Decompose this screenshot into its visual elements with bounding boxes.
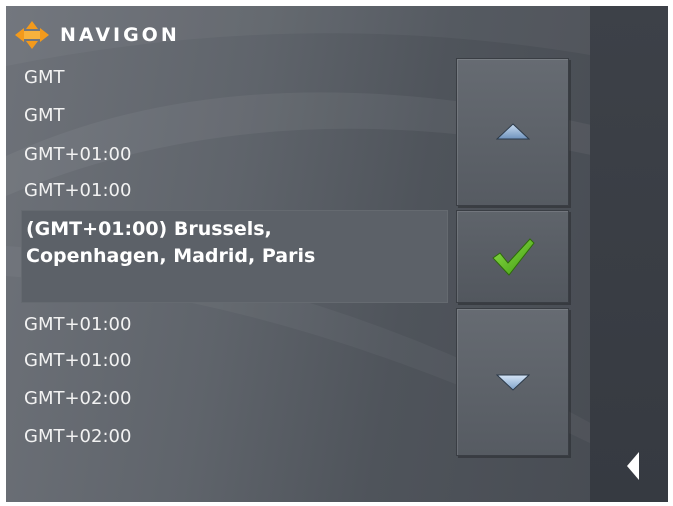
timezone-item[interactable]: GMT+01:00	[24, 138, 131, 172]
timezone-item[interactable]: GMT+02:00	[24, 420, 131, 454]
navigon-logo: NAVIGON	[14, 18, 180, 52]
selected-timezone-label: (GMT+01:00) Brussels, Copenhagen, Madrid…	[26, 216, 446, 270]
brand-name: NAVIGON	[60, 24, 180, 46]
timezone-item-selected[interactable]: (GMT+01:00) Brussels, Copenhagen, Madrid…	[21, 210, 448, 303]
timezone-item[interactable]: GMT+01:00	[24, 344, 131, 378]
timezone-item[interactable]: GMT+01:00	[24, 308, 131, 342]
triangle-down-icon	[495, 374, 530, 391]
timezone-item[interactable]: GMT+01:00	[24, 174, 131, 208]
triangle-left-icon	[627, 452, 639, 480]
confirm-button[interactable]	[456, 210, 569, 303]
right-side-panel	[590, 6, 668, 502]
scroll-down-button[interactable]	[456, 308, 569, 456]
back-button[interactable]	[618, 448, 648, 484]
timezone-screen: NAVIGON GMT GMT GMT+01:00 GMT+01:00 (GMT…	[6, 6, 668, 502]
triangle-up-icon	[495, 123, 530, 140]
timezone-item[interactable]: GMT	[24, 99, 64, 133]
timezone-item[interactable]: GMT+02:00	[24, 382, 131, 416]
checkmark-icon	[491, 237, 535, 276]
timezone-item[interactable]: GMT	[24, 61, 64, 95]
selected-timezone-line2: Copenhagen, Madrid, Paris	[26, 245, 316, 267]
navigon-logo-icon	[15, 21, 49, 49]
selected-timezone-line1: (GMT+01:00) Brussels,	[26, 218, 272, 240]
scroll-up-button[interactable]	[456, 58, 569, 206]
